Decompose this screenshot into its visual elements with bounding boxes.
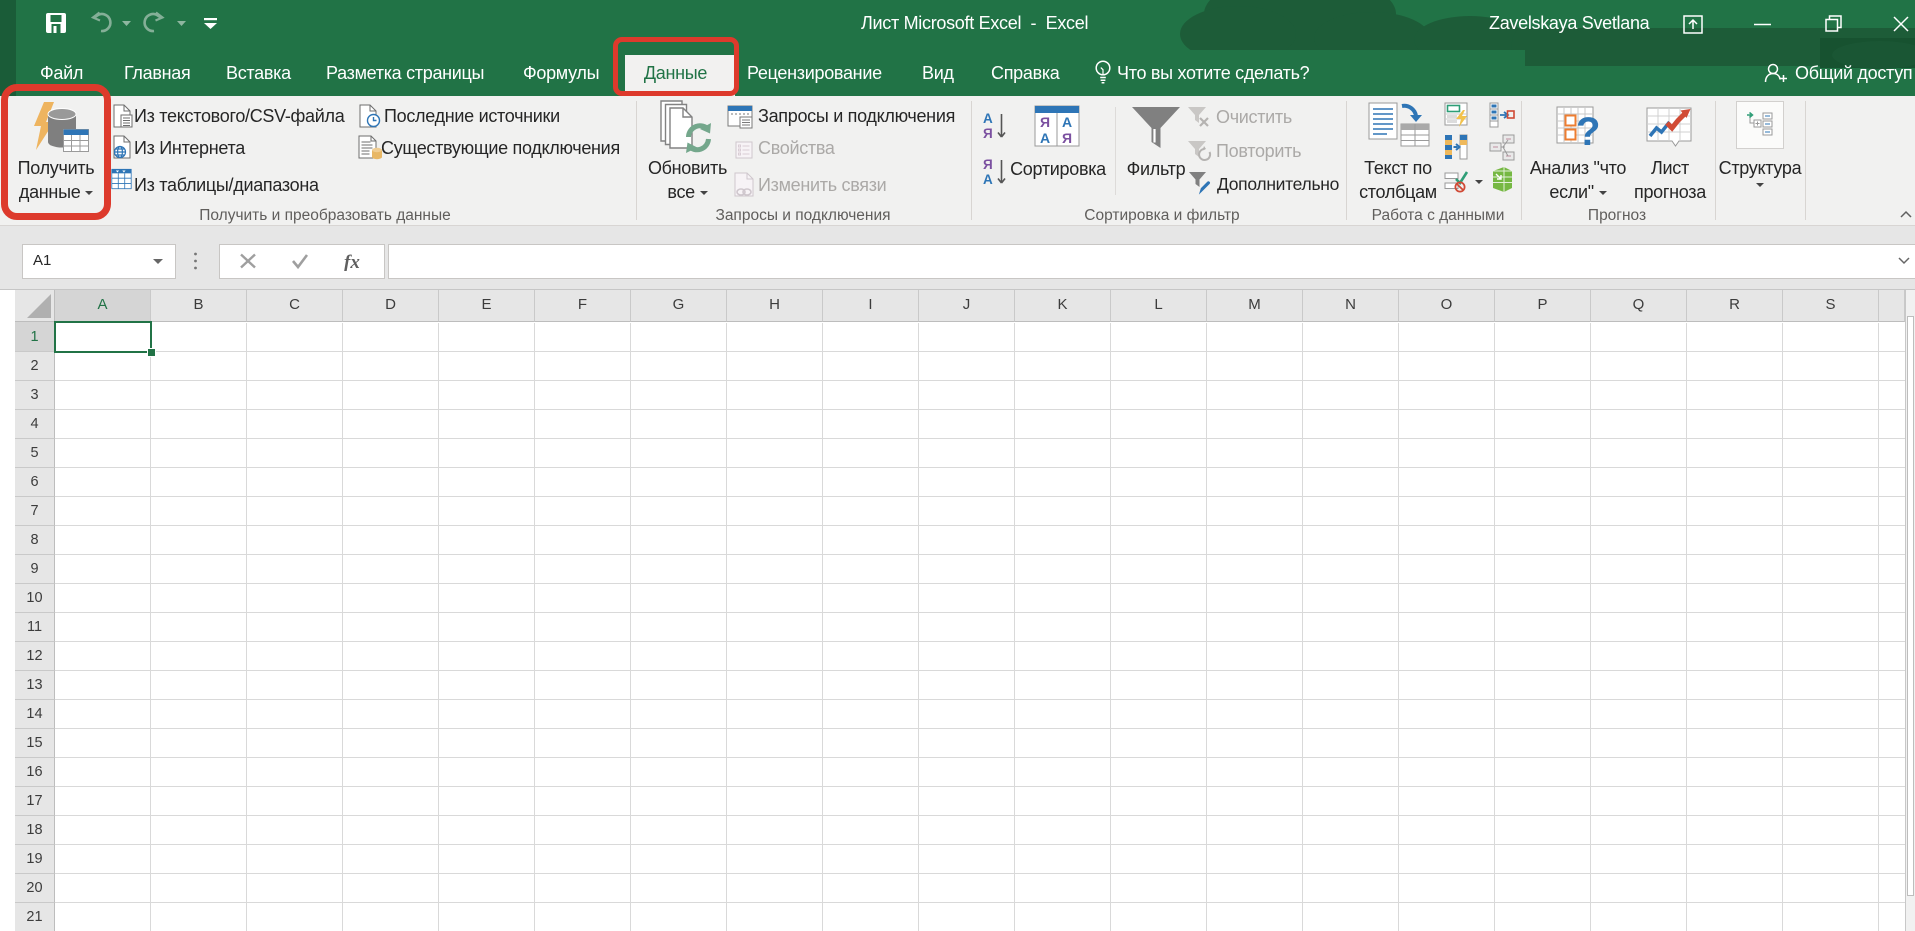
svg-text:Я: Я (1062, 130, 1072, 146)
svg-text:Я: Я (983, 126, 993, 141)
svg-text:А: А (1062, 114, 1072, 130)
svg-text:fx: fx (344, 252, 360, 271)
svg-text:А: А (983, 111, 993, 126)
svg-text:А: А (1040, 130, 1050, 146)
svg-text:Я: Я (1040, 114, 1050, 130)
svg-text:Я: Я (983, 157, 993, 172)
svg-text:А: А (983, 172, 993, 187)
svg-text:?: ? (1576, 110, 1600, 152)
